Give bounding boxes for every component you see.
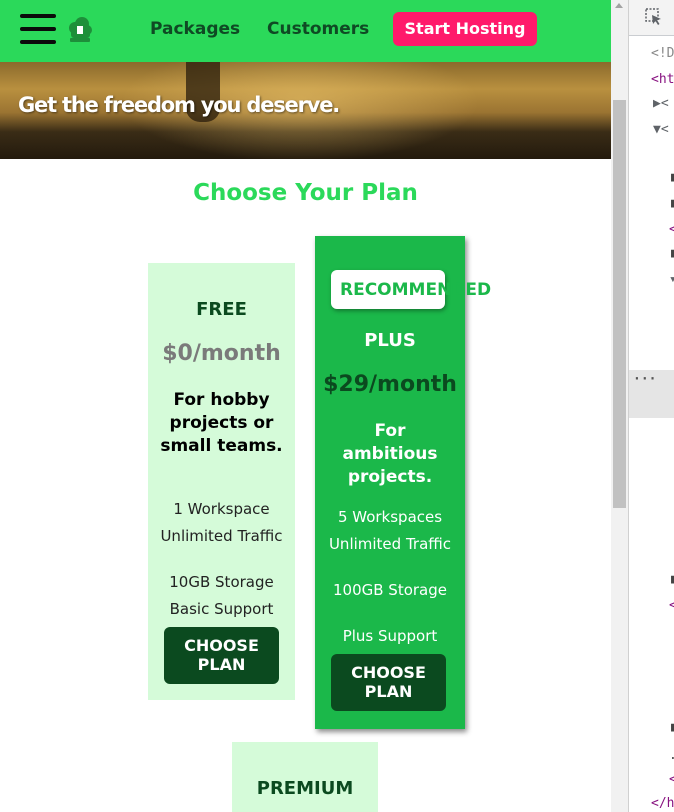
devtools-line[interactable]: ▮ (669, 196, 674, 214)
scroll-up-arrow-icon[interactable] (615, 3, 623, 8)
devtools-line[interactable]: ▮ (669, 170, 674, 188)
plan-price: $0/month (162, 341, 281, 366)
devtools-line[interactable]: ▮ (669, 246, 674, 264)
plan-feature: 100GB Storage (332, 581, 447, 599)
devtools-toolbar (629, 0, 674, 36)
nav-packages-link[interactable]: Packages (150, 19, 240, 39)
section-title: Choose Your Plan (193, 180, 418, 206)
recommended-badge-label: RECOMMENDED (340, 280, 492, 300)
devtools-line[interactable]: </h (651, 796, 674, 812)
devtools-line[interactable]: <ht (651, 72, 674, 90)
devtools-line[interactable]: < (669, 598, 674, 616)
plan-card-plus: RECOMMENDED PLUS $29/month For ambitious… (315, 236, 491, 729)
devtools-panel: ··· <!D <ht ▶< ▼< ▮ ▮ < ▮ ▾ ▮ < ▮ . < </… (628, 0, 674, 812)
inspect-element-icon[interactable] (645, 8, 663, 26)
devtools-line[interactable]: ▮ (669, 720, 674, 738)
plan-feature: 10GB Storage (169, 573, 274, 591)
plan-description: For hobby projects or small teams. (160, 390, 283, 456)
plan-name: FREE (196, 299, 247, 320)
plan-feature: Plus Support (342, 627, 438, 645)
plan-feature: Unlimited Traffic (328, 535, 452, 553)
devtools-line[interactable]: ▶< (653, 96, 669, 114)
start-hosting-button[interactable]: Start Hosting (393, 12, 537, 46)
choose-plan-button[interactable]: CHOOSE PLAN (164, 627, 279, 684)
plan-name: PREMIUM (256, 778, 354, 799)
plan-feature: 1 Workspace (173, 500, 270, 518)
plan-name: PLUS (364, 330, 416, 351)
hero-banner: Get the freedom you deserve. (0, 62, 611, 159)
devtools-line[interactable]: ▾ (669, 272, 674, 290)
plan-price: $29/month (323, 372, 457, 397)
scrollbar-thumb[interactable] (613, 100, 626, 508)
choose-plan-button[interactable]: CHOOSE PLAN (331, 654, 446, 711)
devtools-line[interactable]: < (669, 772, 674, 790)
plan-feature: 5 Workspaces (337, 508, 443, 526)
devtools-line[interactable]: . (669, 748, 674, 766)
devtools-line[interactable]: <!D (651, 46, 674, 64)
cloud-logo-icon[interactable] (66, 16, 94, 44)
hamburger-icon[interactable] (20, 14, 58, 46)
devtools-line[interactable]: ▼< (653, 122, 669, 140)
hero-tagline: Get the freedom you deserve. (18, 93, 340, 117)
plan-feature: Basic Support (169, 600, 274, 618)
nav-customers-link[interactable]: Customers (267, 19, 369, 39)
devtools-line[interactable]: ▮ (669, 572, 674, 590)
plan-card-free: FREE $0/month For hobby projects or smal… (148, 263, 295, 700)
page-viewport: Packages Customers Start Hosting Get the… (0, 0, 611, 812)
page-scrollbar[interactable] (611, 0, 628, 812)
plan-description: For ambitious projects. (342, 421, 438, 487)
plan-card-premium: PREMIUM (232, 742, 378, 812)
devtools-more-dots[interactable]: ··· (633, 372, 656, 387)
plan-feature: Unlimited Traffic (160, 527, 283, 545)
devtools-line[interactable]: < (669, 222, 674, 240)
top-navbar: Packages Customers Start Hosting (0, 0, 611, 62)
